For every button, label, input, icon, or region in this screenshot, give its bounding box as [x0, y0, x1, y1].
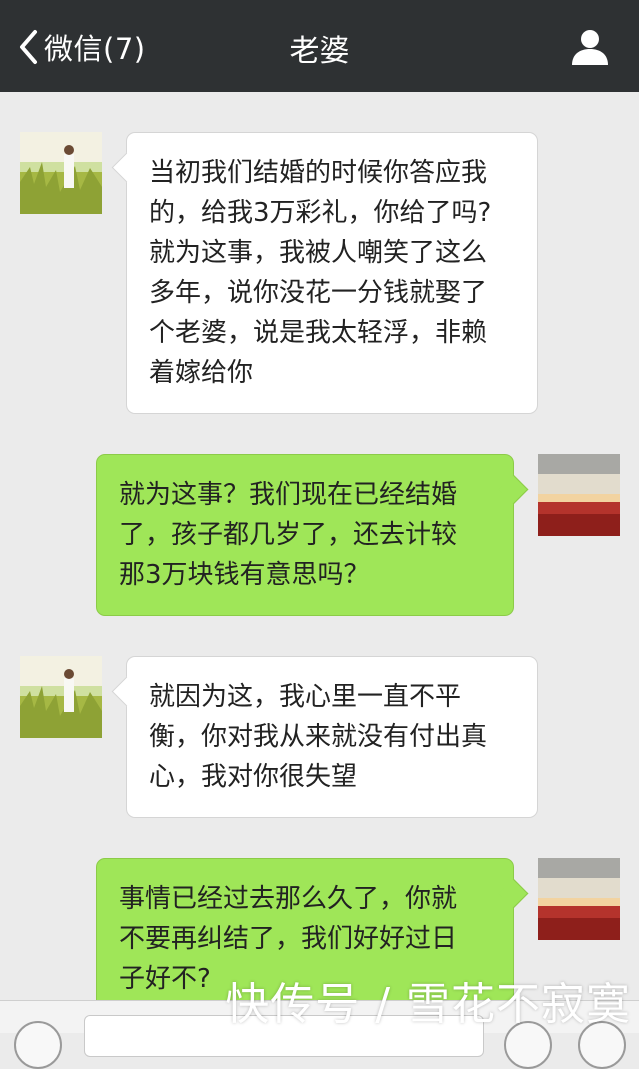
contact-avatar[interactable] [20, 132, 102, 214]
message-text: 就为这事？我们现在已经结婚 了，孩子都几岁了，还去计较 那3万块钱有意思吗？ [119, 480, 458, 590]
page-title: 老婆 [289, 34, 350, 69]
voice-button[interactable] [14, 1021, 62, 1069]
message-bubble-received[interactable]: 当初我们结婚的时候你答应我 的，给我3万彩礼，你给了吗? 就为这事，我被人嘲笑了… [111, 132, 538, 414]
profile-button[interactable] [571, 28, 609, 66]
contact-avatar[interactable] [20, 656, 102, 738]
my-avatar[interactable] [538, 858, 620, 940]
message-text: 当初我们结婚的时候你答应我 的，给我3万彩礼，你给了吗? 就为这事，我被人嘲笑了… [149, 158, 492, 388]
message-bubble-sent[interactable]: 就为这事？我们现在已经结婚 了，孩子都几岁了，还去计较 那3万块钱有意思吗？ [96, 454, 529, 616]
person-icon [572, 30, 608, 65]
message-bubble-received[interactable]: 就因为这，我心里一直不平 衡，你对我从来就没有付出真 心，我对你很失望 [111, 656, 538, 818]
bubble-tail [111, 152, 142, 183]
message-text: 就因为这，我心里一直不平 衡，你对我从来就没有付出真 心，我对你很失望 [149, 682, 488, 792]
watermark: 快传号 / 雪花不寂寞 [225, 979, 631, 1030]
my-avatar[interactable] [538, 454, 620, 536]
title-bar: 微信(7) 老婆 [0, 0, 639, 92]
bubble-tail [498, 474, 529, 505]
bubble-tail [498, 878, 529, 909]
bubble-tail [111, 676, 142, 707]
message-list[interactable]: 当初我们结婚的时候你答应我 的，给我3万彩礼，你给了吗? 就为这事，我被人嘲笑了… [0, 92, 639, 1000]
